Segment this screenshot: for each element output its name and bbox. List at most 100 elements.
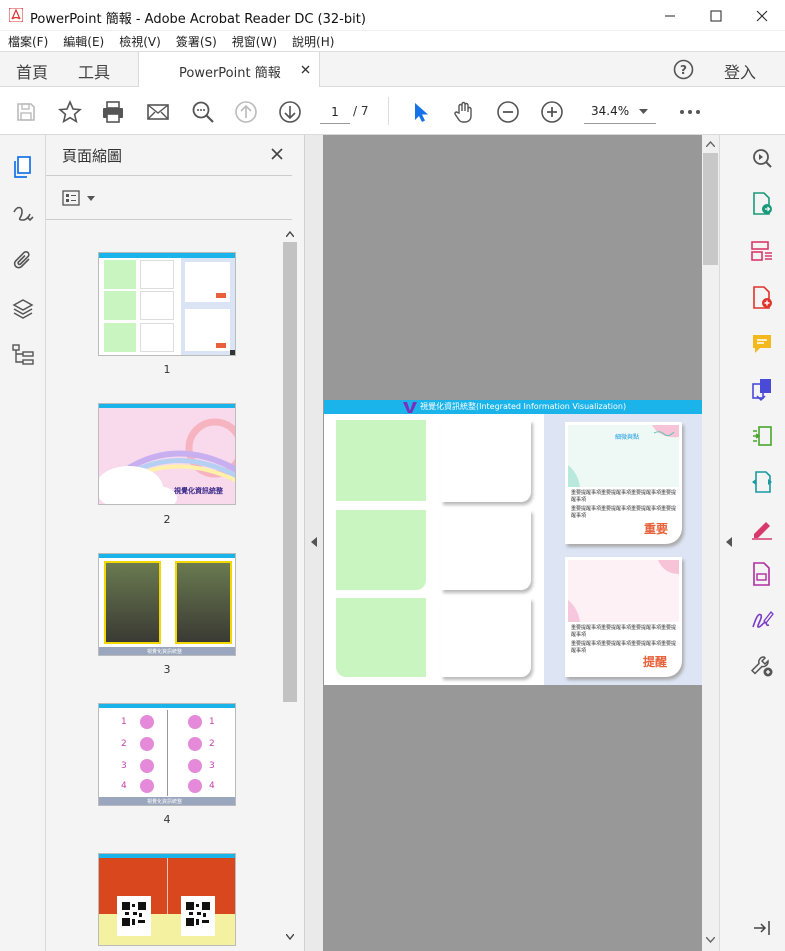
tool-edit-pdf[interactable] <box>749 469 775 495</box>
thumbnails-panel-title: 頁面縮圖 <box>62 147 123 165</box>
thumbnails-scrollbar[interactable] <box>283 228 297 948</box>
page-number-input[interactable]: 1 <box>320 100 350 124</box>
print-button[interactable] <box>100 99 126 125</box>
thumbnail-number: 4 <box>163 813 171 826</box>
collapse-tools-button[interactable] <box>749 915 775 941</box>
tool-enhance-scans[interactable] <box>749 145 775 171</box>
signin-button[interactable]: 登入 <box>724 59 756 83</box>
close-panel-icon[interactable] <box>271 148 283 160</box>
tool-comment[interactable] <box>749 331 775 357</box>
svg-text:1: 1 <box>209 717 215 727</box>
minimize-button[interactable] <box>647 0 693 31</box>
collapse-panel-arrow-icon <box>754 921 770 935</box>
scroll-down-icon[interactable] <box>706 937 715 943</box>
hand-tool-button[interactable] <box>451 99 477 125</box>
menu-view[interactable]: 檢視(V) <box>119 33 161 50</box>
more-tools-button[interactable] <box>677 99 703 125</box>
tab-document[interactable]: PowerPoint 簡報 <box>138 52 320 87</box>
arrow-down-circle-icon <box>279 101 301 123</box>
tool-compress[interactable] <box>749 423 775 449</box>
help-icon[interactable]: ? <box>673 59 694 80</box>
right-tools-panel <box>719 135 785 951</box>
chevron-down-icon <box>639 109 648 114</box>
comment-icon <box>753 335 771 353</box>
zoom-out-button[interactable] <box>495 99 521 125</box>
tool-more-tools[interactable] <box>749 653 775 679</box>
tool-fill-sign[interactable] <box>749 516 775 542</box>
menu-edit[interactable]: 編輯(E) <box>63 33 104 50</box>
thumb-resize-handle[interactable] <box>230 350 235 355</box>
collapse-right-strip[interactable] <box>720 135 740 951</box>
previous-page-button[interactable] <box>233 99 259 125</box>
thumb-header-bar <box>99 554 235 558</box>
thumbnail-page-4[interactable]: 1 2 3 4 1 2 3 4 視覺化資訊統整 <box>98 703 236 806</box>
document-scrollbar[interactable] <box>702 135 719 951</box>
scrollbar-thumb[interactable] <box>283 242 297 702</box>
export-pdf-icon <box>753 192 772 215</box>
thumbnail-page-1[interactable] <box>98 252 236 356</box>
page-current: 1 <box>331 104 339 119</box>
scroll-up-icon[interactable] <box>286 231 294 237</box>
page-thumbnails-button[interactable] <box>11 155 35 179</box>
signature-pen-icon <box>752 611 774 628</box>
menu-help[interactable]: 說明(H) <box>292 33 334 50</box>
panel-divider <box>46 175 292 176</box>
green-block <box>336 420 426 501</box>
zoom-select[interactable]: 34.4% <box>584 100 656 124</box>
bookmark-button[interactable] <box>57 99 83 125</box>
signatures-panel-button[interactable] <box>11 202 35 226</box>
card-decoration <box>568 560 679 622</box>
scroll-down-icon[interactable] <box>286 934 294 940</box>
thumbnail-number: 3 <box>163 663 171 676</box>
tool-combine-files[interactable] <box>749 377 775 403</box>
save-icon <box>17 103 35 121</box>
select-tool-button[interactable] <box>407 99 433 125</box>
thumb-header-bar <box>99 704 235 708</box>
tab-tools[interactable]: 工具 <box>78 59 110 83</box>
tab-home[interactable]: 首頁 <box>16 59 48 83</box>
scroll-up-icon[interactable] <box>706 141 715 147</box>
menu-bar: 檔案(F) 編輯(E) 檢視(V) 簽署(S) 視窗(W) 說明(H) <box>0 31 785 52</box>
minus-circle-icon <box>497 101 519 123</box>
menu-file[interactable]: 檔案(F) <box>8 33 48 50</box>
menu-sign[interactable]: 簽署(S) <box>176 33 217 50</box>
svg-text:3: 3 <box>209 761 215 771</box>
thumb-photo <box>104 561 161 644</box>
scrollbar-thumb[interactable] <box>703 153 718 265</box>
collapse-left-icon[interactable] <box>311 537 317 547</box>
tool-create-pdf[interactable] <box>749 285 775 311</box>
thumbnail-number: 2 <box>163 513 171 526</box>
next-page-button[interactable] <box>277 99 303 125</box>
maximize-button[interactable] <box>693 0 739 31</box>
collapse-right-icon[interactable] <box>726 537 732 547</box>
collapse-left-panel-strip[interactable] <box>305 135 323 951</box>
attachments-button[interactable] <box>11 249 35 273</box>
maximize-icon <box>710 10 722 21</box>
tags-tree-button[interactable] <box>11 343 35 367</box>
email-button[interactable] <box>145 99 171 125</box>
zoom-in-button[interactable] <box>539 99 565 125</box>
thumb-photo <box>175 561 232 644</box>
tool-request-signatures[interactable] <box>749 607 775 633</box>
svg-text:4: 4 <box>209 781 215 791</box>
thumbnail-page-3[interactable]: 視覺化資訊統整 <box>98 553 236 656</box>
protect-pdf-icon <box>753 562 770 586</box>
close-window-button[interactable] <box>739 0 785 31</box>
layers-button[interactable] <box>11 297 35 321</box>
search-zoom-icon <box>753 149 772 168</box>
menu-window[interactable]: 視窗(W) <box>232 33 277 50</box>
plus-circle-icon <box>541 101 563 123</box>
thumbnail-page-2[interactable]: 視覺化資訊統整 <box>98 403 236 505</box>
find-button[interactable] <box>190 99 216 125</box>
thumbnail-options-button[interactable] <box>60 187 100 209</box>
tool-organize-pages[interactable] <box>749 238 775 264</box>
pdf-page-1: 視覺化資訊統整(Integrated Information Visualiza… <box>324 400 702 685</box>
card-tag: 提醒 <box>643 655 668 669</box>
thumb-green-block <box>104 260 136 289</box>
tool-export-pdf[interactable] <box>749 191 775 217</box>
thumbnail-page-5[interactable] <box>98 853 236 946</box>
save-button[interactable] <box>13 99 39 125</box>
tool-protect[interactable] <box>749 561 775 587</box>
close-tab-icon[interactable] <box>301 65 310 74</box>
title-bar: PowerPoint 簡報 - Adobe Acrobat Reader DC … <box>0 0 785 31</box>
